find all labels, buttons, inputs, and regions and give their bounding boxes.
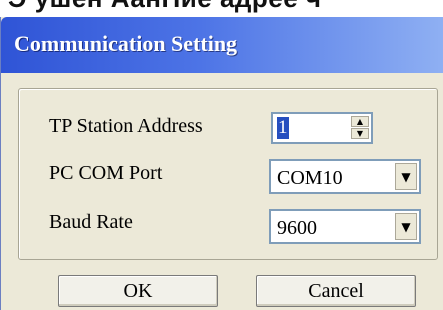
- baud-rate-value: 9600: [277, 217, 317, 239]
- station-address-label: TP Station Address: [49, 115, 203, 137]
- cancel-button[interactable]: Cancel: [256, 275, 416, 307]
- cancel-button-label: Cancel: [308, 279, 364, 302]
- chevron-down-icon[interactable]: ▼: [395, 213, 417, 240]
- spin-buttons: ▲ ▼: [351, 116, 369, 140]
- background-caption: Э ушен АанНие адрее ч: [8, 0, 322, 14]
- ok-button-label: OK: [123, 279, 153, 302]
- com-port-value: COM10: [277, 167, 343, 189]
- communication-setting-dialog: Communication Setting TP Station Address…: [0, 17, 443, 310]
- title-bar[interactable]: Communication Setting: [1, 17, 443, 73]
- station-address-spinner[interactable]: 1 ▲ ▼: [271, 112, 373, 144]
- com-port-label: PC COM Port: [49, 162, 163, 184]
- baud-rate-label: Baud Rate: [49, 211, 133, 233]
- spin-down-icon[interactable]: ▼: [351, 128, 369, 139]
- spin-up-icon[interactable]: ▲: [351, 116, 369, 127]
- chevron-down-icon[interactable]: ▼: [395, 163, 417, 190]
- ok-button[interactable]: OK: [58, 275, 218, 307]
- com-port-dropdown[interactable]: COM10 ▼: [269, 159, 421, 194]
- dialog-title: Communication Setting: [14, 31, 238, 56]
- station-address-value[interactable]: 1: [277, 117, 289, 139]
- baud-rate-dropdown[interactable]: 9600 ▼: [269, 209, 421, 244]
